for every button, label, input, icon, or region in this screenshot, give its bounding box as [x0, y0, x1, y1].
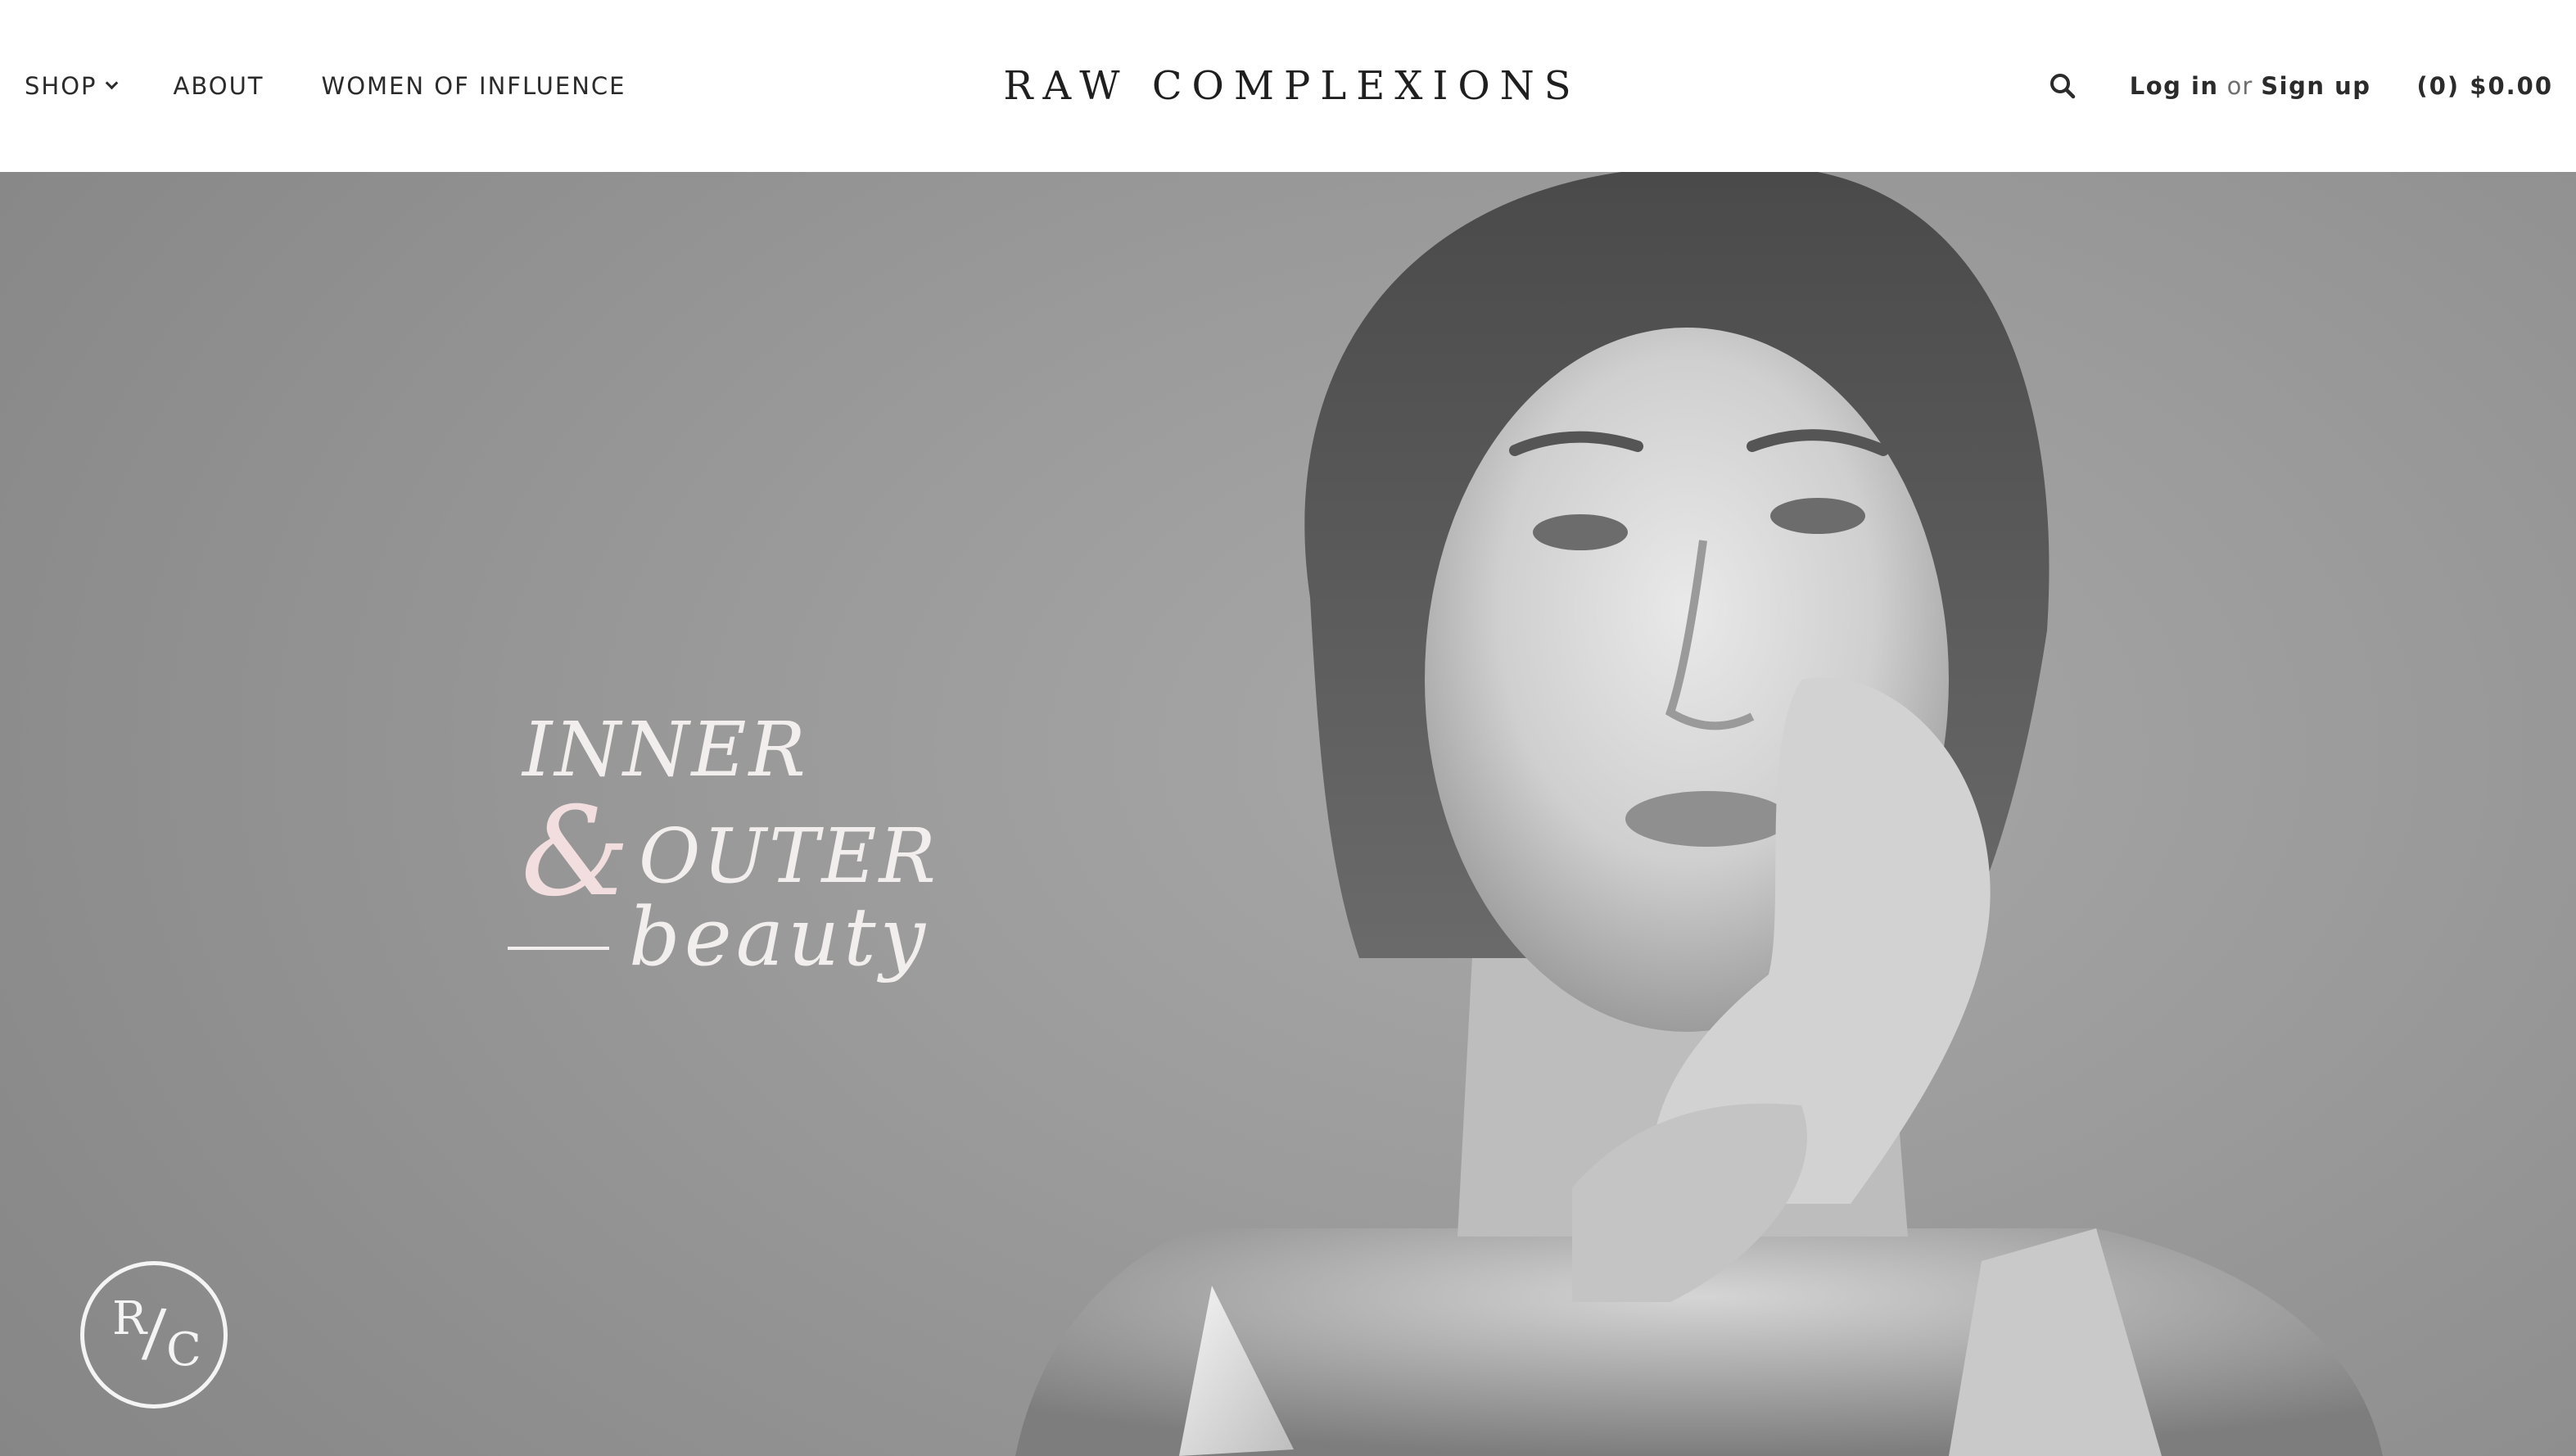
- login-link[interactable]: Log in: [2130, 72, 2219, 100]
- nav-women-of-influence-label: WOMEN OF INFLUENCE: [321, 72, 626, 100]
- primary-nav: SHOP ABOUT WOMEN OF INFLUENCE: [25, 0, 683, 172]
- search-icon[interactable]: [2046, 70, 2079, 102]
- signup-link[interactable]: Sign up: [2261, 72, 2370, 100]
- auth-links: Log in or Sign up: [2130, 72, 2371, 100]
- rc-monogram-badge: R / C: [80, 1261, 228, 1409]
- hero-portrait-image: [1015, 172, 2383, 1456]
- badge-r: R: [112, 1292, 147, 1345]
- nav-women-of-influence[interactable]: WOMEN OF INFLUENCE: [322, 72, 626, 100]
- nav-shop-label: SHOP: [25, 72, 97, 100]
- nav-about[interactable]: ABOUT: [174, 72, 264, 100]
- tagline-rule: [508, 947, 609, 950]
- tagline-outer: OUTER: [639, 812, 938, 900]
- tagline-beauty: beauty: [629, 891, 930, 984]
- tagline-inner: INNER: [522, 706, 808, 794]
- tagline-ampersand: &: [521, 781, 630, 924]
- chevron-down-icon: [105, 76, 118, 90]
- account-nav: Log in or Sign up (0) $0.00: [2046, 0, 2553, 172]
- auth-or-text: or: [2226, 72, 2253, 100]
- site-header: SHOP ABOUT WOMEN OF INFLUENCE RAW COMPLE…: [0, 0, 2576, 172]
- nav-about-label: ABOUT: [173, 72, 264, 100]
- badge-c: C: [166, 1323, 201, 1377]
- nav-shop[interactable]: SHOP: [25, 72, 118, 100]
- brand-logo[interactable]: RAW COMPLEXIONS: [1003, 0, 1579, 172]
- cart-link[interactable]: (0) $0.00: [2416, 72, 2553, 100]
- hero-banner: INNER & OUTER beauty R / C: [0, 172, 2576, 1456]
- badge-slash: /: [140, 1295, 168, 1371]
- hero-tagline: INNER & OUTER beauty: [491, 712, 950, 1007]
